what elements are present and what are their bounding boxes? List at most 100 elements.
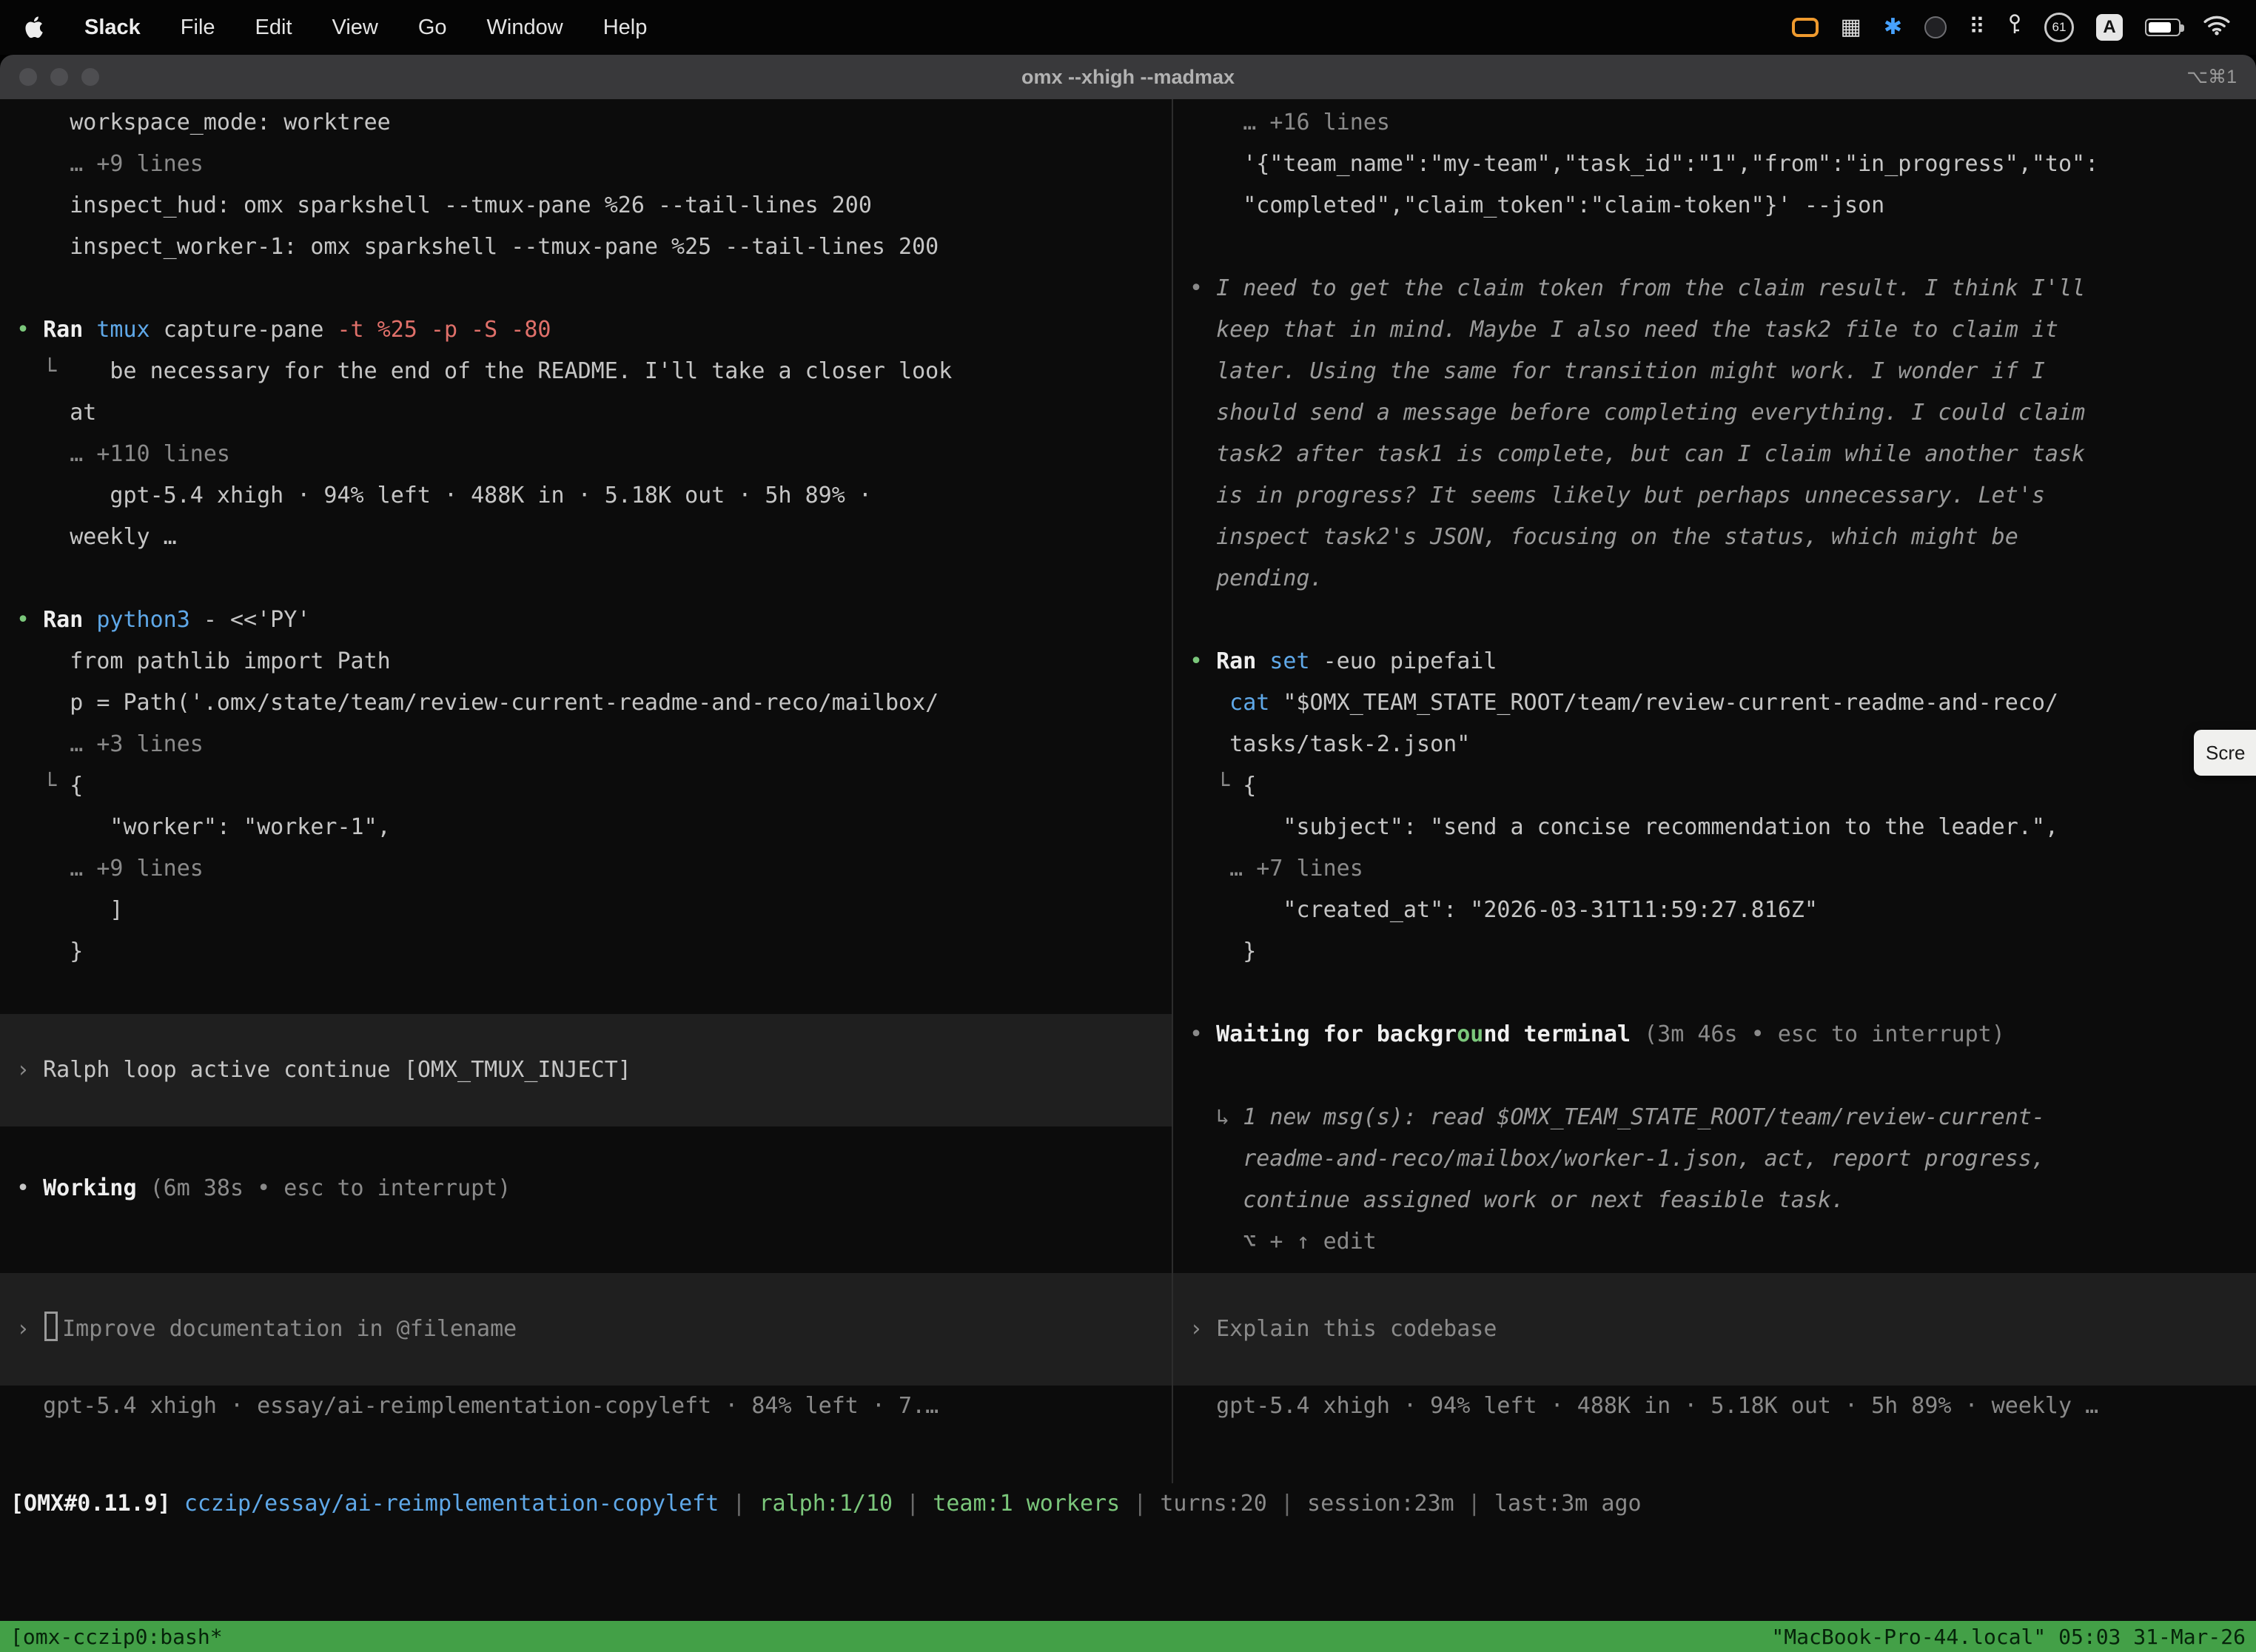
window-titlebar[interactable]: omx --xhigh --madmax ⌥⌘1 [0,55,2256,99]
terminal-text-segment: … +9 lines [70,151,204,177]
terminal-text-segment: } [70,939,83,964]
terminal-line: inspect_hud: omx sparkshell --tmux-pane … [0,185,1172,226]
pane-spacer [0,1209,1172,1273]
terminal-line: • Ran tmux capture-pane -t %25 -p -S -80 [0,309,1172,351]
terminal-line: gpt-5.4 xhigh · 94% left · 488K in · 5.1… [1173,1386,2256,1427]
terminal-text-segment: task2 after task1 is complete, but can I… [1216,441,2085,467]
terminal-text-segment: { [70,773,83,799]
terminal-text-segment: "subject": "send a concise recommendatio… [1283,814,2058,840]
terminal-line: • Working (6m 38s • esc to interrupt) [0,1168,1172,1209]
terminal-text-segment: • [1189,648,1216,674]
terminal-text-segment: inspect task2's JSON, focusing on the st… [1216,524,2018,550]
input-source-icon[interactable]: A [2096,14,2123,41]
terminal-line: … +16 lines [1173,102,2256,144]
terminal-text-segment: tasks/task-2.json" [1229,731,1470,757]
tmux-pane-right[interactable]: … +16 lines'{"team_name":"my-team","task… [1173,99,2256,1483]
terminal-line: continue assigned work or next feasible … [1173,1180,2256,1221]
terminal-line: should send a message before completing … [1173,392,2256,434]
terminal-scrollback-left: workspace_mode: worktree… +9 linesinspec… [0,102,1172,1209]
menu-view[interactable]: View [332,16,378,40]
terminal-text-segment: pending. [1216,565,1323,591]
terminal-line: tasks/task-2.json" [1173,724,2256,765]
terminal-line: "created_at": "2026-03-31T11:59:27.816Z" [1173,890,2256,931]
battery-percent-label: 61 [2052,20,2067,35]
terminal-line: └ be necessary for the end of the README… [0,351,1172,392]
tmux-session-window: [omx-cczip0:bash* [10,1625,223,1649]
terminal-text-segment: "created_at": "2026-03-31T11:59:27.816Z" [1283,897,1817,923]
terminal-text-segment: • [1189,275,1216,301]
terminal-text-segment: gpt-5.4 xhigh · 94% left · 488K in · 5.1… [110,483,872,508]
prompt-input-right[interactable]: › Explain this codebase [1173,1273,2256,1386]
app-menu-slack[interactable]: Slack [84,16,141,40]
terminal-text-segment: cat [1229,690,1283,716]
terminal-text-segment: gpt-5.4 xhigh · 94% left · 488K in · 5.1… [1216,1393,2098,1419]
menu-bar: Slack File Edit View Go Window Help ▦ ✱ … [0,0,2256,55]
terminal-text-segment: Working [43,1175,150,1201]
window-shortcut: ⌥⌘1 [2186,66,2237,88]
model-status-line-left: gpt-5.4 xhigh · essay/ai-reimplementatio… [0,1386,1172,1427]
terminal-line: inspect_worker-1: omx sparkshell --tmux-… [0,226,1172,268]
terminal-text-segment: at [70,400,96,426]
tmux-panes: workspace_mode: worktree… +9 linesinspec… [0,99,2256,1483]
terminal-text-segment: • [16,607,43,633]
apple-menu-icon[interactable] [25,16,44,39]
terminal-line: … +9 lines [0,144,1172,185]
menu-bar-status-icons: ▦ ✱ ⠿ 61 A [1792,13,2231,42]
terminal-text-segment: 1 new msg(s): read $OMX_TEAM_STATE_ROOT/… [1243,1104,2045,1130]
terminal-line: p = Path('.omx/state/team/review-current… [0,682,1172,724]
screen-recording-indicator-icon[interactable] [1792,18,1819,37]
terminal-text-segment: | [1454,1491,1494,1517]
window-title: omx --xhigh --madmax [0,66,2256,89]
terminal-text-segment: … +3 lines [70,731,204,757]
terminal-text-segment: be necessary for the end of the README. … [70,358,952,384]
terminal-line: '{"team_name":"my-team","task_id":"1","f… [1173,144,2256,185]
terminal-line: task2 after task1 is complete, but can I… [1173,434,2256,475]
prompt-placeholder-text: Explain this codebase [1216,1316,1497,1342]
terminal-text-segment: ou [1457,1021,1483,1047]
terminal-text-segment: … +7 lines [1229,856,1363,882]
terminal-line: "completed","claim_token":"claim-token"}… [1173,185,2256,226]
terminal-line: • Waiting for background terminal (3m 46… [1173,1014,2256,1055]
terminal-text-segment: | [893,1491,933,1517]
terminal-text-segment: | [1267,1491,1307,1517]
dots-grid-icon[interactable]: ⠿ [1969,16,1985,38]
terminal-text-segment: weekly … [70,524,177,550]
terminal-text-segment: p = Path('.omx/state/team/review-current… [70,690,939,716]
terminal-text-segment: -t %25 -p -S -80 [338,317,551,343]
screen-share-popup[interactable]: Scre [2194,730,2256,776]
inject-banner: › Ralph loop active continue [OMX_TMUX_I… [0,1014,1172,1126]
menu-go[interactable]: Go [418,16,447,40]
terminal-line: └ { [1173,765,2256,807]
menu-edit[interactable]: Edit [255,16,292,40]
grid-icon[interactable]: ▦ [1841,16,1861,38]
menu-file[interactable]: File [181,16,215,40]
tmux-pane-left[interactable]: workspace_mode: worktree… +9 linesinspec… [0,99,1172,1483]
terminal-text-segment: | [719,1491,759,1517]
terminal-text-segment: • [1189,1021,1216,1047]
terminal-line: readme-and-reco/mailbox/worker-1.json, a… [1173,1138,2256,1180]
wifi-icon[interactable] [2203,13,2231,41]
battery-percent-gauge[interactable]: 61 [2044,13,2074,42]
prompt-input-left[interactable]: › Improve documentation in @filename [0,1273,1172,1386]
pinwheel-icon[interactable]: ✱ [1884,16,1902,38]
terminal-text-segment: [OMX#0.11.9] [10,1491,184,1517]
terminal-text-segment: "worker": "worker-1", [110,814,390,840]
circle-app-icon[interactable] [1924,16,1947,38]
terminal-text-segment: from pathlib import Path [70,648,390,674]
terminal-line: • Ran python3 - <<'PY' [0,600,1172,641]
menu-help[interactable]: Help [603,16,648,40]
terminal-line [0,1126,1172,1168]
terminal-text-segment: • [16,1175,43,1201]
battery-icon[interactable] [2145,19,2181,36]
key-icon[interactable] [2007,13,2022,41]
terminal-line [0,558,1172,600]
terminal-text-segment: └ [43,358,70,384]
terminal-text-segment: … +110 lines [70,441,230,467]
terminal-text-segment: ] [110,897,123,923]
menu-window[interactable]: Window [487,16,563,40]
terminal-line: later. Using the same for transition mig… [1173,351,2256,392]
terminal-text-segment: set [1269,648,1323,674]
terminal-text-segment: -euo pipefail [1323,648,1497,674]
terminal-line: … +110 lines [0,434,1172,475]
terminal-line: pending. [1173,558,2256,600]
